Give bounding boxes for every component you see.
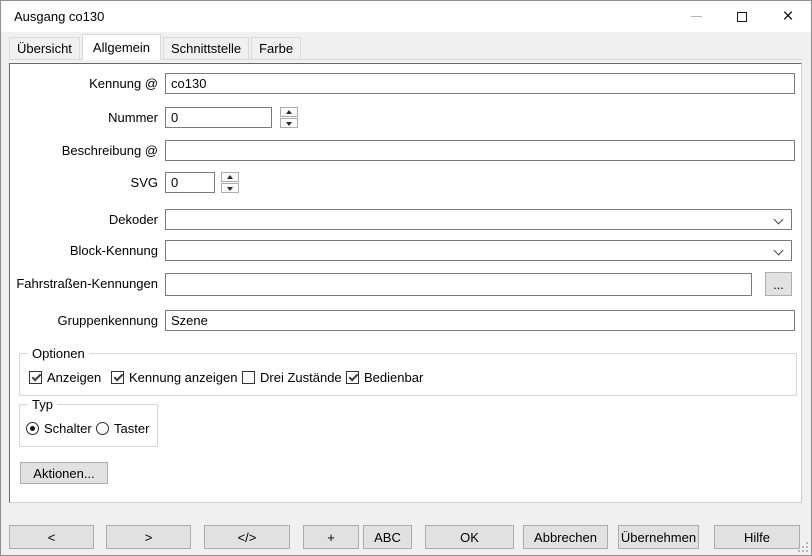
block-kennung-select[interactable]	[165, 240, 792, 261]
radio-selected-icon	[26, 422, 39, 435]
svg-spinner-up-button[interactable]	[221, 172, 239, 182]
fahrstrassen-input[interactable]	[165, 273, 752, 296]
checkbox-unchecked-icon	[242, 371, 255, 384]
kennung-input[interactable]: co130	[165, 73, 795, 94]
chevron-down-icon	[774, 215, 784, 225]
field-label-nummer: Nummer	[10, 107, 158, 128]
checkbox-label: Bedienbar	[364, 370, 423, 385]
field-label-fahrstrassen: Fahrstraßen-Kennungen	[10, 273, 158, 294]
chevron-down-icon	[774, 246, 784, 256]
nummer-spinner-up-button[interactable]	[280, 107, 298, 117]
checkbox-label: Kennung anzeigen	[129, 370, 237, 385]
field-label-block-kennung: Block-Kennung	[10, 240, 158, 261]
radio-schalter[interactable]: Schalter	[26, 421, 92, 436]
radio-label: Schalter	[44, 421, 92, 436]
radio-taster[interactable]: Taster	[96, 421, 149, 436]
field-label-dekoder: Dekoder	[10, 209, 158, 230]
apply-button[interactable]: Übernehmen	[618, 525, 699, 549]
field-label-svg: SVG	[10, 172, 158, 193]
radio-unselected-icon	[96, 422, 109, 435]
typ-groupbox-title: Typ	[28, 396, 57, 413]
maximize-button[interactable]	[719, 1, 765, 32]
checkbox-anzeigen[interactable]: Anzeigen	[29, 370, 101, 385]
tab-allgemein[interactable]: Allgemein	[82, 34, 161, 60]
close-button[interactable]: ×	[765, 1, 811, 32]
svg-input[interactable]: 0	[165, 172, 215, 193]
tabstrip: Übersicht Allgemein Schnittstelle Farbe	[9, 32, 803, 60]
resize-grip[interactable]	[797, 541, 808, 552]
nav-back-button[interactable]: <	[9, 525, 94, 549]
dekoder-select[interactable]	[165, 209, 792, 230]
nav-forward-button[interactable]: >	[106, 525, 191, 549]
browse-button[interactable]: ...	[765, 272, 792, 296]
nummer-spinner-down-button[interactable]	[280, 118, 298, 128]
optionen-groupbox: Optionen Anzeigen Kennung anzeigen Drei …	[19, 353, 797, 396]
window-controls: ×	[673, 1, 811, 32]
dialog-window: Ausgang co130 × Übersicht Allgemein Schn…	[0, 0, 812, 556]
field-label-beschreibung: Beschreibung @	[10, 140, 158, 161]
checkbox-label: Drei Zustände	[260, 370, 342, 385]
field-label-gruppenkennung: Gruppenkennung	[10, 310, 158, 331]
arrow-down-icon	[227, 187, 233, 191]
arrow-up-icon	[227, 175, 233, 179]
nummer-spinner	[280, 107, 298, 129]
checkbox-kennung-anzeigen[interactable]: Kennung anzeigen	[111, 370, 237, 385]
tab-content-allgemein: Kennung @ co130 Nummer 0 Beschreibung @ …	[9, 63, 802, 503]
ok-button[interactable]: OK	[425, 525, 514, 549]
typ-groupbox: Typ Schalter Taster	[19, 404, 158, 447]
minimize-icon	[691, 16, 702, 17]
svg-spinner	[221, 172, 239, 194]
cancel-button[interactable]: Abbrechen	[523, 525, 608, 549]
checkbox-label: Anzeigen	[47, 370, 101, 385]
svg-spinner-down-button[interactable]	[221, 183, 239, 193]
field-label-kennung: Kennung @	[10, 73, 158, 94]
add-button[interactable]: +	[303, 525, 359, 549]
nummer-input[interactable]: 0	[165, 107, 272, 128]
checkbox-bedienbar[interactable]: Bedienbar	[346, 370, 423, 385]
titlebar: Ausgang co130 ×	[1, 1, 811, 32]
tab-schnittstelle[interactable]: Schnittstelle	[163, 37, 249, 59]
abc-button[interactable]: ABC	[363, 525, 412, 549]
window-title: Ausgang co130	[14, 1, 104, 32]
tab-farbe[interactable]: Farbe	[251, 37, 301, 59]
maximize-icon	[737, 12, 747, 22]
minimize-button[interactable]	[673, 1, 719, 32]
close-icon: ×	[782, 7, 793, 26]
checkbox-checked-icon	[346, 371, 359, 384]
tab-uebersicht[interactable]: Übersicht	[9, 37, 80, 59]
optionen-groupbox-title: Optionen	[28, 345, 89, 362]
arrow-up-icon	[286, 110, 292, 114]
checkbox-checked-icon	[111, 371, 124, 384]
beschreibung-input[interactable]	[165, 140, 795, 161]
checkbox-drei-zustaende[interactable]: Drei Zustände	[242, 370, 342, 385]
aktionen-button[interactable]: Aktionen...	[20, 462, 108, 484]
checkbox-checked-icon	[29, 371, 42, 384]
arrow-down-icon	[286, 122, 292, 126]
help-button[interactable]: Hilfe	[714, 525, 800, 549]
radio-label: Taster	[114, 421, 149, 436]
code-button[interactable]: </>	[204, 525, 290, 549]
gruppenkennung-input[interactable]: Szene	[165, 310, 795, 331]
